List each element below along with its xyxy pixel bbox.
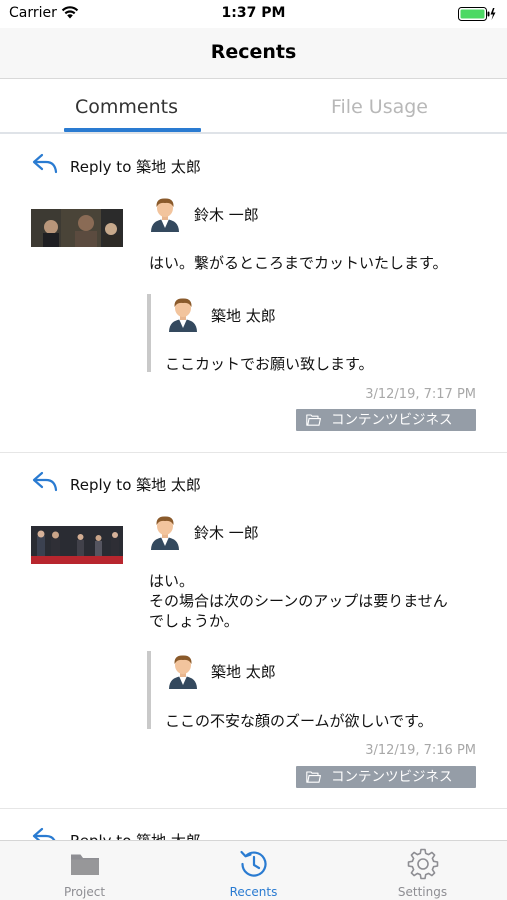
- reply-icon: [32, 153, 58, 174]
- comments-feed[interactable]: Reply to 築地 太郎 鈴木 一郎 はい。繋がるところまでカットいたします…: [0, 136, 507, 840]
- video-thumbnail[interactable]: [31, 209, 123, 247]
- tabbar-item-project[interactable]: Project: [0, 841, 169, 900]
- author-name: 鈴木 一郎: [194, 524, 259, 542]
- screen: Carrier 1:37 PM Recents Comments File Us…: [0, 0, 507, 900]
- status-bar: Carrier 1:37 PM: [0, 0, 507, 28]
- author-name: 鈴木 一郎: [194, 206, 259, 224]
- tabbar-label: Recents: [229, 885, 278, 899]
- folder-icon: [306, 771, 321, 783]
- tab-bar: Project Recents Settings: [0, 840, 507, 900]
- comment-card[interactable]: Reply to 築地 太郎: [0, 810, 507, 840]
- folder-badge[interactable]: コンテンツビジネス: [296, 409, 476, 431]
- quoted-text: ここカットでお願い致します。: [165, 355, 374, 373]
- reply-to-label: Reply to 築地 太郎: [70, 158, 201, 176]
- comment-text: はい。繋がるところまでカットいたします。: [149, 254, 448, 272]
- recents-icon: [240, 850, 267, 877]
- quote-bar: [147, 294, 151, 372]
- comment-card[interactable]: Reply to 築地 太郎 鈴木 一郎 はい。繋がるところまでカットいたします…: [0, 136, 507, 453]
- video-thumbnail[interactable]: [31, 526, 123, 564]
- folder-name: コンテンツビジネス: [331, 769, 453, 785]
- quoted-author-name: 築地 太郎: [211, 307, 276, 325]
- timestamp: 3/12/19, 7:17 PM: [365, 387, 476, 402]
- folder-badge[interactable]: コンテンツビジネス: [296, 766, 476, 788]
- avatar: [169, 655, 197, 689]
- reply-icon: [32, 827, 56, 840]
- segmented-tabs: Comments File Usage: [0, 80, 507, 134]
- active-tab-indicator: [64, 128, 201, 132]
- tab-comments[interactable]: Comments: [0, 80, 253, 134]
- comment-card[interactable]: Reply to 築地 太郎: [0, 454, 507, 809]
- page-title: Recents: [210, 41, 297, 63]
- status-time: 1:37 PM: [221, 5, 286, 21]
- tabbar-label: Settings: [397, 885, 448, 899]
- battery-icon: [458, 7, 496, 21]
- quoted-author-name: 築地 太郎: [211, 663, 276, 681]
- folder-icon: [71, 854, 99, 875]
- reply-to-label: Reply to 築地 太郎: [70, 476, 201, 494]
- tabbar-item-recents[interactable]: Recents: [169, 841, 338, 900]
- gear-icon: [407, 848, 439, 880]
- avatar: [151, 516, 179, 550]
- folder-name: コンテンツビジネス: [331, 412, 453, 428]
- folder-icon: [306, 414, 321, 426]
- tab-file-usage[interactable]: File Usage: [253, 80, 506, 134]
- navigation-bar: Recents: [0, 28, 507, 79]
- reply-to-label: Reply to 築地 太郎: [70, 830, 201, 840]
- reply-icon: [32, 471, 58, 492]
- tabbar-label: Project: [63, 885, 106, 899]
- avatar: [169, 298, 197, 332]
- quote-bar: [147, 651, 151, 729]
- avatar: [151, 198, 179, 232]
- tabbar-item-settings[interactable]: Settings: [338, 841, 507, 900]
- comment-text: はい。 その場合は次のシーンのアップは要りません でしょうか。: [149, 572, 448, 630]
- timestamp: 3/12/19, 7:16 PM: [365, 743, 476, 758]
- quoted-text: ここの不安な顔のズームが欲しいです。: [165, 712, 433, 730]
